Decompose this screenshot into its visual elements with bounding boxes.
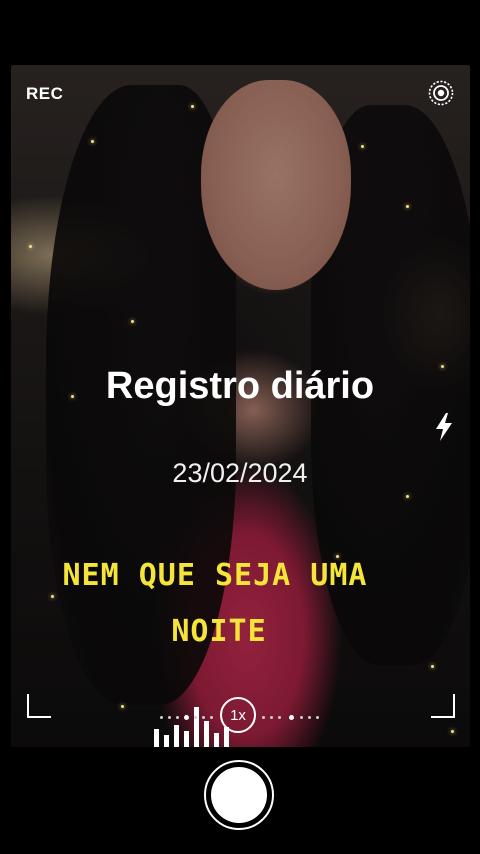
sparkle bbox=[91, 140, 94, 143]
zoom-button[interactable]: 1x bbox=[220, 697, 256, 733]
sparkle bbox=[121, 705, 124, 708]
sparkle bbox=[51, 595, 54, 598]
lens-target-icon[interactable] bbox=[428, 80, 454, 106]
shutter-button[interactable] bbox=[204, 760, 274, 830]
sparkle bbox=[406, 495, 409, 498]
sparkle bbox=[131, 320, 134, 323]
page-title: Registro diário bbox=[105, 365, 375, 407]
sparkle bbox=[29, 245, 32, 248]
sparkle bbox=[451, 730, 454, 733]
flash-icon[interactable] bbox=[432, 412, 456, 442]
sparkle bbox=[191, 105, 194, 108]
sparkle bbox=[406, 205, 409, 208]
zoom-scale-left bbox=[160, 715, 215, 720]
frame-corner-bottom-left bbox=[27, 694, 51, 718]
caption-line-2: NOITE bbox=[171, 614, 267, 649]
caption-line-1: NEM QUE SEJA UMA bbox=[62, 558, 368, 593]
date-label: 23/02/2024 bbox=[172, 458, 308, 488]
rec-label: REC bbox=[26, 84, 64, 103]
zoom-scale-right bbox=[262, 715, 322, 720]
shutter-inner bbox=[211, 767, 267, 823]
frame-corner-bottom-right bbox=[431, 694, 455, 718]
sparkle bbox=[431, 665, 434, 668]
sparkle bbox=[361, 145, 364, 148]
